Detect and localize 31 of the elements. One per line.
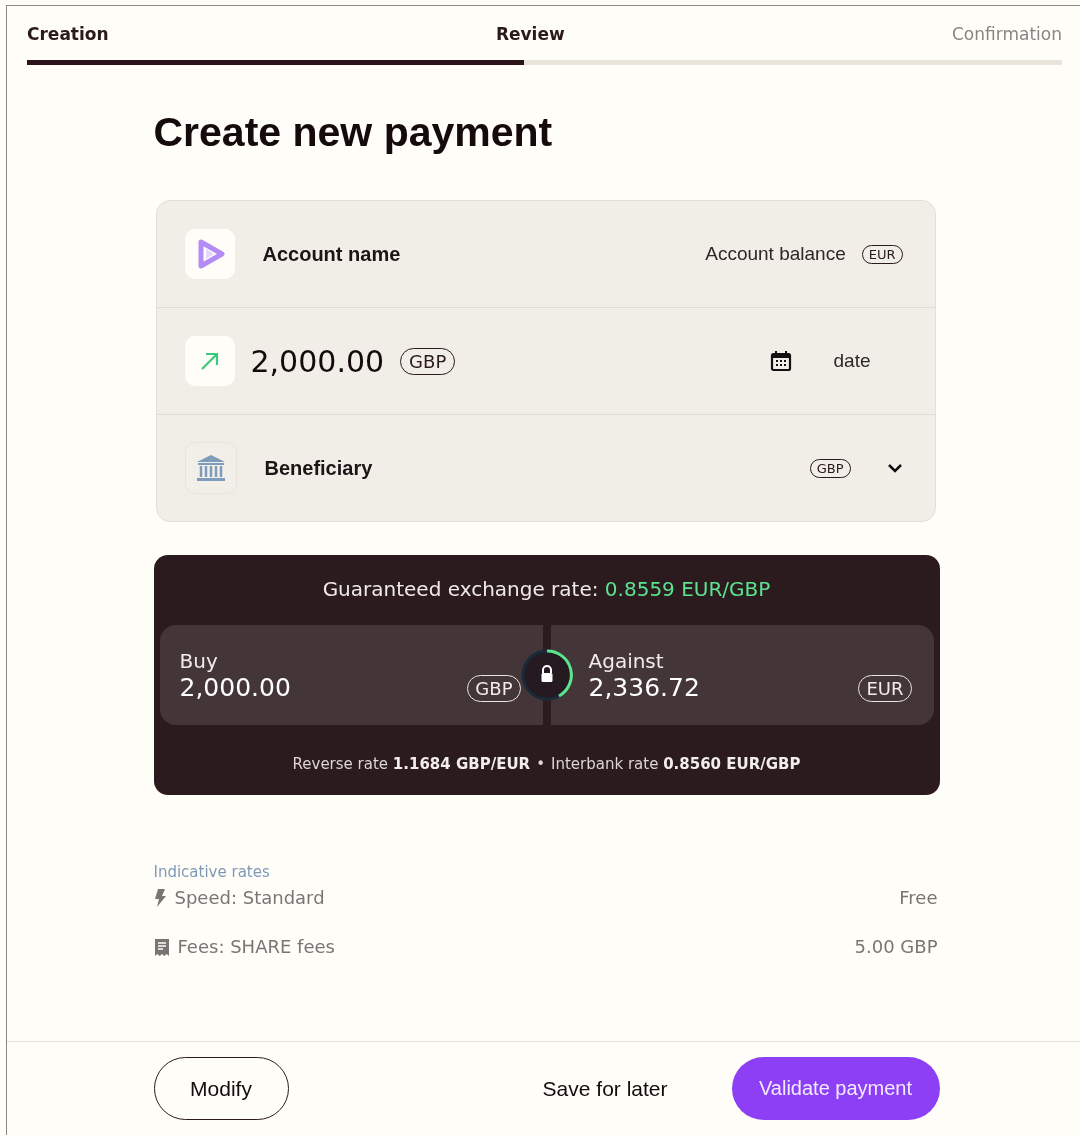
against-amount: 2,336.72 xyxy=(588,672,701,702)
chevron-down-icon[interactable] xyxy=(886,463,903,473)
save-for-later-button[interactable]: Save for later xyxy=(536,1075,674,1102)
date-label[interactable]: date xyxy=(833,350,871,372)
buy-label: Buy xyxy=(179,648,219,673)
exchange-rate-text: Guaranteed exchange rate: 0.8559 EUR/GBP xyxy=(322,577,771,601)
detail-label: Speed: Standard xyxy=(174,887,325,908)
step-label[interactable]: Confirmation xyxy=(952,24,1062,44)
step-label[interactable]: Creation xyxy=(27,24,109,44)
bank-icon xyxy=(184,442,237,494)
reverse-rate-text: Reverse rate 1.1684 GBP/EUR xyxy=(292,755,531,773)
detail-value: 5.00 GBP xyxy=(854,936,938,957)
receipt-icon xyxy=(153,937,170,956)
arrow-up-right-icon xyxy=(184,336,235,386)
validate-payment-button[interactable]: Validate payment xyxy=(731,1057,940,1120)
separator-dot: • xyxy=(536,755,545,773)
detail-label: Fees: SHARE fees xyxy=(177,936,335,957)
indicative-rates-heading: Indicative rates xyxy=(153,863,271,881)
interbank-rate-text: Interbank rate 0.8560 EUR/GBP xyxy=(551,755,801,773)
account-name: Account name xyxy=(262,242,401,266)
detail-value: Free xyxy=(899,887,938,908)
lightning-icon xyxy=(153,888,167,907)
account-balance-label: Account balance xyxy=(705,243,846,265)
beneficiary-label[interactable]: Beneficiary xyxy=(264,456,373,480)
page-title: Create new payment xyxy=(153,109,554,156)
calendar-icon[interactable] xyxy=(769,350,792,372)
step-label[interactable]: Review xyxy=(495,24,565,44)
account-logo-icon xyxy=(184,229,235,279)
buy-amount: 2,000.00 xyxy=(179,672,292,702)
against-label: Against xyxy=(588,648,665,673)
amount-value: 2,000.00 xyxy=(250,343,385,379)
